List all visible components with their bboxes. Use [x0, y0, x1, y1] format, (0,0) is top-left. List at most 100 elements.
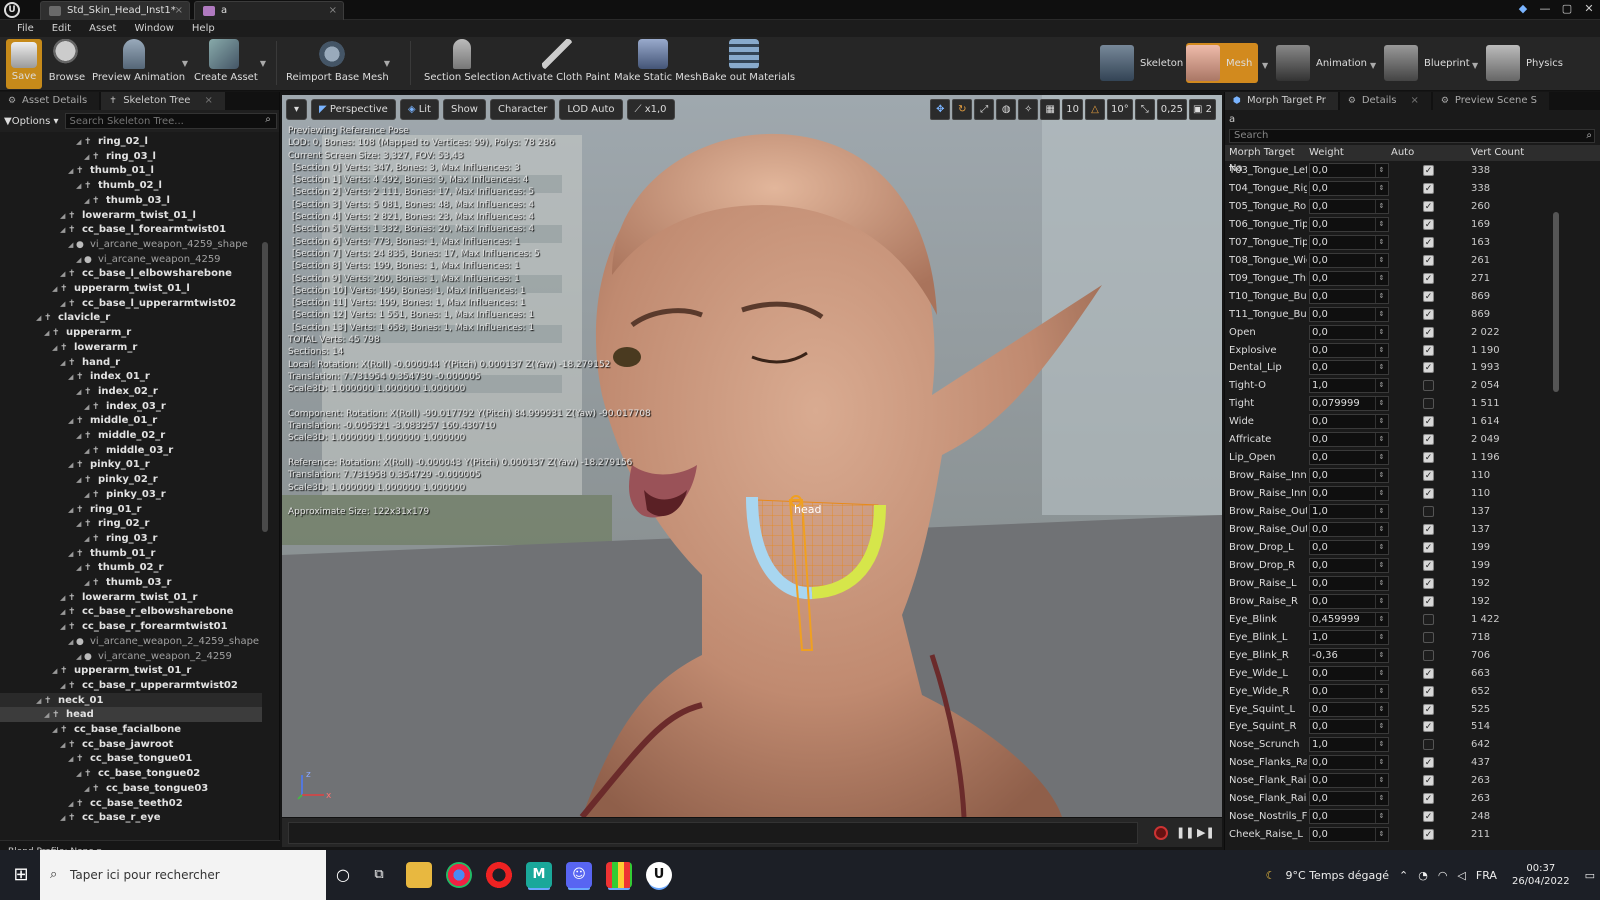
notifications-icon[interactable]: ▭: [1585, 869, 1595, 882]
tab-preview-scene[interactable]: ⚙ Preview Scene S: [1432, 92, 1549, 110]
tree-row[interactable]: ◢ ✝ hand_r: [0, 355, 262, 370]
auto-checkbox[interactable]: ✓: [1423, 290, 1434, 302]
tree-row[interactable]: ◢ ✝ cc_base_tongue02: [0, 766, 262, 781]
auto-checkbox[interactable]: ✓: [1423, 829, 1434, 841]
tree-row[interactable]: ◢ ● vi_arcane_weapon_4259: [0, 252, 262, 267]
spin-arrows-icon[interactable]: ⇕: [1375, 720, 1387, 734]
auto-checkbox[interactable]: ✓: [1423, 236, 1434, 248]
spin-arrows-icon[interactable]: ⇕: [1375, 181, 1387, 195]
auto-checkbox[interactable]: [1423, 613, 1434, 625]
spin-arrows-icon[interactable]: ⇕: [1375, 379, 1387, 393]
menu-edit[interactable]: Edit: [43, 20, 80, 37]
spin-arrows-icon[interactable]: ⇕: [1375, 325, 1387, 339]
tree-row[interactable]: ◢ ✝ clavicle_r: [0, 310, 262, 325]
tree-scrollbar[interactable]: [262, 242, 268, 532]
tree-row[interactable]: ◢ ✝ thumb_03_l: [0, 193, 262, 208]
weight-input[interactable]: 0,0 ⇕: [1309, 791, 1389, 807]
spin-arrows-icon[interactable]: ⇕: [1375, 415, 1387, 429]
make-static-mesh-button[interactable]: Make Static Mesh: [614, 39, 702, 89]
chevron-down-icon[interactable]: ▼: [384, 59, 390, 68]
auto-checkbox[interactable]: ✓: [1423, 254, 1434, 266]
tree-row[interactable]: ◢ ✝ ring_02_r: [0, 516, 262, 531]
tree-row[interactable]: ◢ ✝ thumb_01_r: [0, 546, 262, 561]
auto-checkbox[interactable]: ✓: [1423, 182, 1434, 194]
tree-row[interactable]: ◢ ✝ thumb_02_l: [0, 178, 262, 193]
winrar-icon[interactable]: [606, 862, 632, 888]
auto-checkbox[interactable]: [1423, 398, 1434, 410]
auto-checkbox[interactable]: ✓: [1423, 757, 1434, 769]
weight-input[interactable]: 0,0 ⇕: [1309, 198, 1389, 214]
mode-blueprint[interactable]: Blueprint: [1384, 43, 1470, 83]
tree-row[interactable]: ◢ ✝ upperarm_twist_01_r: [0, 663, 262, 678]
tree-row[interactable]: ◢ ✝ head: [0, 707, 262, 723]
auto-checkbox[interactable]: ✓: [1423, 218, 1434, 230]
tab-asset-details[interactable]: ⚙ Asset Details: [0, 92, 100, 110]
tree-row[interactable]: ◢ ✝ thumb_01_l: [0, 163, 262, 178]
world-local-icon[interactable]: ◍: [996, 99, 1017, 120]
show-button[interactable]: Show: [442, 99, 486, 120]
spin-arrows-icon[interactable]: ⇕: [1375, 271, 1387, 285]
search-icon[interactable]: ⌕: [1586, 130, 1592, 141]
tree-row[interactable]: ◢ ✝ cc_base_l_forearmtwist01: [0, 222, 262, 237]
weight-input[interactable]: 0,0 ⇕: [1309, 557, 1389, 573]
spin-arrows-icon[interactable]: ⇕: [1375, 469, 1387, 483]
weight-input[interactable]: 0,0 ⇕: [1309, 252, 1389, 268]
column-weight[interactable]: Weight: [1309, 145, 1391, 161]
chevron-down-icon[interactable]: ▼: [182, 59, 188, 68]
scale-icon[interactable]: ⤢: [974, 99, 995, 120]
auto-checkbox[interactable]: ✓: [1423, 434, 1434, 446]
bake-out-materials-button[interactable]: Bake out Materials: [702, 39, 795, 89]
menu-asset[interactable]: Asset: [80, 20, 125, 37]
tree-row[interactable]: ◢ ✝ lowerarm_r: [0, 340, 262, 355]
auto-checkbox[interactable]: ✓: [1423, 452, 1434, 464]
windows-start-icon[interactable]: ⊞: [6, 850, 36, 900]
weight-input[interactable]: 0,0 ⇕: [1309, 216, 1389, 232]
close-icon[interactable]: ×: [175, 2, 183, 20]
search-icon[interactable]: ⌕: [261, 114, 275, 128]
opera-icon[interactable]: [486, 862, 512, 888]
spin-arrows-icon[interactable]: ⇕: [1375, 523, 1387, 536]
weight-input[interactable]: 0,0 ⇕: [1309, 306, 1389, 322]
tab-a[interactable]: a ×: [194, 1, 344, 20]
record-button[interactable]: [1154, 826, 1168, 840]
preview-animation-button[interactable]: Preview Animation ▼: [92, 39, 188, 89]
spin-arrows-icon[interactable]: ⇕: [1375, 576, 1387, 590]
weight-input[interactable]: -0,36 ⇕: [1309, 647, 1389, 663]
clock[interactable]: 00:37 26/04/2022: [1512, 862, 1570, 888]
auto-checkbox[interactable]: ✓: [1423, 775, 1434, 787]
tree-row[interactable]: ◢ ✝ cc_base_r_eye: [0, 810, 262, 825]
translate-icon[interactable]: ✥: [930, 99, 951, 120]
weight-input[interactable]: 0,0 ⇕: [1309, 683, 1389, 699]
unreal-engine-icon[interactable]: U: [646, 862, 672, 888]
tab-details[interactable]: ⚙ Details ×: [1339, 92, 1431, 110]
spin-arrows-icon[interactable]: ⇕: [1375, 199, 1387, 213]
file-explorer-icon[interactable]: [406, 862, 432, 888]
morph-search-input[interactable]: Search ⌕: [1229, 129, 1595, 143]
minimize-button[interactable]: —: [1534, 0, 1556, 18]
morph-list-scrollbar[interactable]: [1553, 212, 1559, 392]
menu-window[interactable]: Window: [125, 20, 182, 37]
tree-row[interactable]: ◢ ✝ ring_03_l: [0, 149, 262, 164]
grid-snap-value[interactable]: 10: [1062, 99, 1083, 120]
auto-checkbox[interactable]: ✓: [1423, 811, 1434, 823]
spin-arrows-icon[interactable]: ⇕: [1375, 702, 1387, 716]
tree-row[interactable]: ◢ ✝ lowerarm_twist_01_l: [0, 208, 262, 223]
weight-input[interactable]: 0,0 ⇕: [1309, 575, 1389, 591]
playback-speed-button[interactable]: ⟋ x1,0: [626, 99, 675, 120]
chrome-icon[interactable]: [446, 862, 472, 888]
weight-input[interactable]: 0,0 ⇕: [1309, 163, 1389, 178]
spin-arrows-icon[interactable]: ⇕: [1375, 612, 1387, 626]
tree-row[interactable]: ◢ ✝ cc_base_tongue01: [0, 751, 262, 766]
spin-arrows-icon[interactable]: ⇕: [1375, 217, 1387, 231]
save-button[interactable]: Save: [6, 39, 42, 89]
tree-row[interactable]: ◢ ✝ lowerarm_twist_01_r: [0, 590, 262, 605]
activate-cloth-paint-button[interactable]: Activate Cloth Paint: [512, 39, 610, 89]
weight-input[interactable]: 1,0 ⇕: [1309, 378, 1389, 394]
unreal-logo-icon[interactable]: U: [4, 2, 20, 18]
tree-row[interactable]: ◢ ● vi_arcane_weapon_2_4259: [0, 649, 262, 664]
spin-arrows-icon[interactable]: ⇕: [1375, 343, 1387, 357]
auto-checkbox[interactable]: ✓: [1423, 165, 1434, 176]
rotation-snap-value[interactable]: 10°: [1107, 99, 1133, 120]
weight-input[interactable]: 0,0 ⇕: [1309, 809, 1389, 825]
tree-row[interactable]: ◢ ✝ thumb_02_r: [0, 560, 262, 575]
